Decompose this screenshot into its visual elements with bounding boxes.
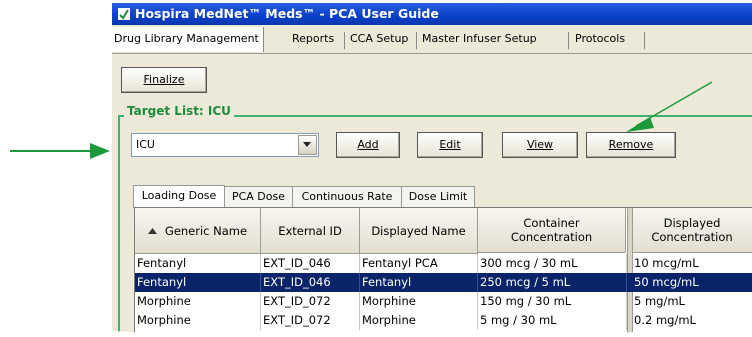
column-header-container-concentration[interactable]: Container Concentration xyxy=(478,208,626,253)
cell-container-concentration: 150 mg / 30 mL xyxy=(478,292,627,311)
cell-external-id: EXT_ID_072 xyxy=(261,292,360,311)
cell-displayed-concentration: 50 mcg/mL xyxy=(632,273,752,292)
sort-ascending-icon xyxy=(147,227,157,234)
target-list-select[interactable]: ICU xyxy=(131,133,319,157)
table-row[interactable]: Fentanyl EXT_ID_046 Fentanyl 250 mcg / 5 mL… xyxy=(135,273,752,292)
tab-separator xyxy=(568,32,569,49)
application-window: Hospira MedNet™ Meds™ - PCA User Guide D… xyxy=(112,3,752,337)
tab-cca-setup[interactable]: CCA Setup xyxy=(350,27,408,52)
column-header-displayed-name[interactable]: Displayed Name xyxy=(360,208,478,254)
torn-edge xyxy=(112,329,752,337)
chevron-down-icon xyxy=(303,142,311,147)
cell-external-id: EXT_ID_046 xyxy=(261,273,360,292)
annotation-arrow-right xyxy=(626,81,713,132)
main-tab-bar: Drug Library Management Reports CCA Setu… xyxy=(112,27,752,54)
cell-external-id: EXT_ID_046 xyxy=(261,254,360,273)
tab-pca-dose[interactable]: PCA Dose xyxy=(224,186,293,207)
tab-protocols[interactable]: Protocols xyxy=(575,27,625,52)
dropdown-button[interactable] xyxy=(298,135,317,155)
app-icon xyxy=(118,8,130,20)
cell-displayed-name: Fentanyl xyxy=(360,273,478,292)
tab-separator xyxy=(416,32,417,49)
edit-button[interactable]: Edit xyxy=(417,132,483,158)
cell-displayed-concentration: 10 mcg/mL xyxy=(632,254,752,273)
finalize-button[interactable]: Finalize xyxy=(121,67,207,93)
cell-displayed-concentration: 5 mg/mL xyxy=(632,292,752,311)
table-row[interactable]: Morphine EXT_ID_072 Morphine 150 mg / 30 mL… xyxy=(135,292,752,311)
target-list-title: Target List: ICU xyxy=(124,104,234,118)
tab-loading-dose[interactable]: Loading Dose xyxy=(133,185,225,208)
column-header-generic-name[interactable]: Generic Name xyxy=(135,208,261,254)
tab-continuous-rate[interactable]: Continuous Rate xyxy=(292,186,402,207)
window-title: Hospira MedNet™ Meds™ - PCA User Guide xyxy=(135,6,439,21)
column-header-external-id[interactable]: External ID xyxy=(261,208,360,254)
drug-table: Generic Name External ID Displayed Name … xyxy=(134,207,752,337)
title-bar: Hospira MedNet™ Meds™ - PCA User Guide xyxy=(112,3,752,25)
column-header-displayed-concentration[interactable]: Displayed Concentration xyxy=(632,208,752,253)
tab-separator xyxy=(644,32,645,49)
cell-generic-name: Fentanyl xyxy=(135,273,261,292)
cell-container-concentration: 250 mcg / 5 mL xyxy=(478,273,627,292)
annotation-arrow-left xyxy=(10,143,110,159)
cell-container-concentration: 300 mcg / 30 mL xyxy=(478,254,627,273)
cell-generic-name: Morphine xyxy=(135,292,261,311)
cell-displayed-name: Fentanyl PCA xyxy=(360,254,478,273)
target-list-selected-value: ICU xyxy=(136,138,155,151)
tab-master-infuser-setup[interactable]: Master Infuser Setup xyxy=(422,27,537,52)
tab-reports[interactable]: Reports xyxy=(292,27,334,52)
table-row[interactable]: Fentanyl EXT_ID_046 Fentanyl PCA 300 mcg / … xyxy=(135,254,752,273)
cell-generic-name: Fentanyl xyxy=(135,254,261,273)
cell-displayed-name: Morphine xyxy=(360,292,478,311)
tab-dose-limit[interactable]: Dose Limit xyxy=(401,186,475,207)
add-button[interactable]: Add xyxy=(336,132,400,158)
tab-separator xyxy=(344,32,345,49)
tab-drug-library-management[interactable]: Drug Library Management xyxy=(112,27,264,52)
view-button[interactable]: View xyxy=(502,132,578,158)
